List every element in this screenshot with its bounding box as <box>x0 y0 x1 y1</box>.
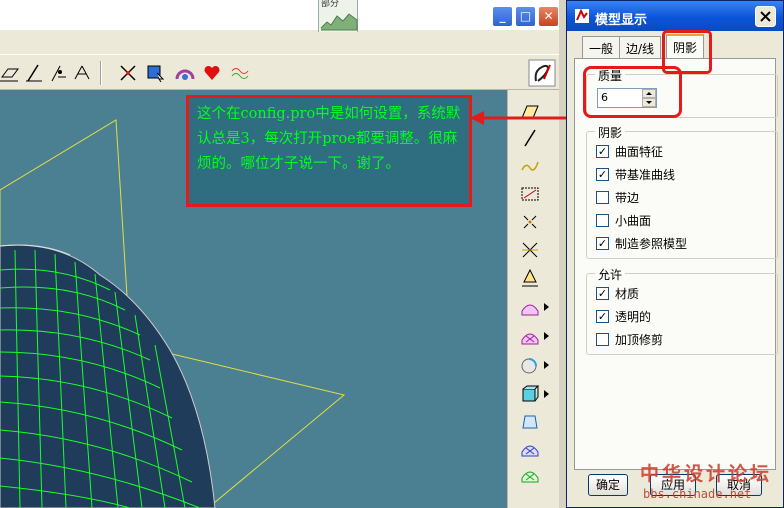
minimize-button[interactable]: _ <box>492 6 513 27</box>
heart-icon[interactable] <box>202 63 222 83</box>
highlight-quality-box <box>583 66 682 118</box>
variable-section-icon[interactable] <box>520 464 540 484</box>
cad-application: 部分 _ □ ✕ 这个在config.pro中是如何设置，系统默认总是3，每次打… <box>0 0 566 508</box>
checkbox-top-trim[interactable]: 加顶修剪 <box>596 331 663 347</box>
boundary-blend-icon[interactable] <box>520 438 540 458</box>
thumbnail-label: 部分 <box>321 0 340 9</box>
checkbox[interactable]: ✓ <box>596 167 609 181</box>
checkbox-small-surfaces[interactable]: 小曲面 <box>596 212 651 228</box>
checkbox[interactable] <box>596 332 609 346</box>
datum-plane-icon[interactable] <box>0 63 20 83</box>
datum-point-icon[interactable] <box>48 63 68 83</box>
checkbox[interactable] <box>596 213 609 227</box>
checkbox[interactable]: ✓ <box>596 309 609 323</box>
expand-arrow-icon[interactable] <box>544 303 549 311</box>
main-toolbar <box>0 54 566 90</box>
sketched-curve-icon[interactable] <box>520 156 540 176</box>
datum-curve-icon[interactable] <box>520 184 540 204</box>
checkbox[interactable] <box>596 190 609 204</box>
expand-arrow-icon[interactable] <box>544 390 549 398</box>
surface-tool-icon[interactable] <box>520 297 540 317</box>
appearance-icon[interactable] <box>175 63 195 83</box>
feature-toolbar <box>507 90 559 508</box>
sketch-tool-icon[interactable] <box>528 59 556 87</box>
checkbox[interactable]: ✓ <box>596 236 609 250</box>
dialog-close-button[interactable] <box>755 6 776 27</box>
maximize-button[interactable]: □ <box>515 6 536 27</box>
allow-label: 允许 <box>595 266 626 283</box>
watermark: 中华设计论坛 bbs.chinade.net <box>637 459 783 507</box>
close-button[interactable]: ✕ <box>538 6 559 27</box>
checkbox[interactable]: ✓ <box>596 286 609 300</box>
tab-panel <box>574 58 776 470</box>
style-surface-icon[interactable] <box>520 412 540 432</box>
app-logo-icon <box>575 8 589 23</box>
spin-center-icon[interactable] <box>118 63 138 83</box>
checkbox-with-edges[interactable]: 带边 <box>596 189 639 205</box>
tab-general[interactable]: 一般 <box>582 36 621 58</box>
watermark-title: 中华设计论坛 <box>640 463 773 485</box>
shading-label: 阴影 <box>595 124 626 141</box>
window-controls: _ □ ✕ <box>492 6 559 27</box>
checkbox-surface-features[interactable]: ✓ 曲面特征 <box>596 143 663 159</box>
analysis-icon[interactable] <box>230 63 250 83</box>
app-title-strip <box>0 0 566 30</box>
expand-arrow-icon[interactable] <box>544 361 549 369</box>
select-icon[interactable] <box>145 63 165 83</box>
extend-tool-icon[interactable] <box>520 355 540 375</box>
offset-point-icon[interactable] <box>520 240 540 260</box>
datum-point-tool-icon[interactable] <box>520 212 540 232</box>
checkbox-datum-curves[interactable]: ✓ 带基准曲线 <box>596 166 675 182</box>
datum-axis-tool-icon[interactable] <box>520 128 540 148</box>
annotation-note: 这个在config.pro中是如何设置，系统默认总是3，每次打开proe都要调整… <box>186 95 472 207</box>
tab-edges-lines[interactable]: 边/线 <box>619 36 662 58</box>
coord-sys-icon[interactable] <box>72 63 92 83</box>
merge-tool-icon[interactable] <box>520 326 540 346</box>
datum-axis-icon[interactable] <box>24 63 44 83</box>
checkbox[interactable]: ✓ <box>596 144 609 158</box>
checkbox-mfg-reference-model[interactable]: ✓ 制造参照模型 <box>596 235 687 251</box>
expand-arrow-icon[interactable] <box>544 332 549 340</box>
checkbox-material[interactable]: ✓ 材质 <box>596 285 639 301</box>
dialog-title: 模型显示 <box>595 13 648 28</box>
ok-button[interactable]: 确定 <box>588 474 628 496</box>
watermark-url: bbs.chinade.net <box>643 487 752 501</box>
checkbox-transparent[interactable]: ✓ 透明的 <box>596 308 651 324</box>
solid-tool-icon[interactable] <box>520 384 540 404</box>
field-point-icon[interactable] <box>520 268 540 288</box>
window-edge <box>559 0 566 508</box>
dialog-title-bar[interactable]: 模型显示 <box>567 1 783 31</box>
toolbar-separator <box>100 61 102 85</box>
thumbnail-preview[interactable]: 部分 <box>318 0 358 32</box>
